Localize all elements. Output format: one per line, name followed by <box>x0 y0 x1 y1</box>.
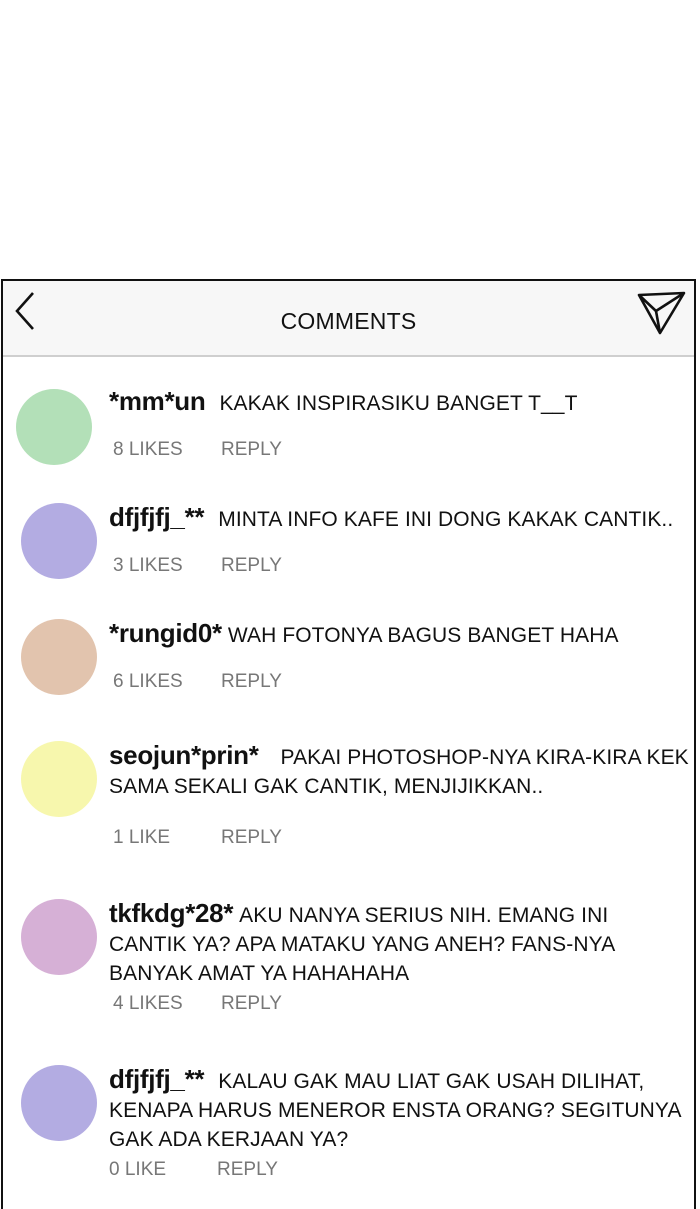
comment-username[interactable]: dfjfjfj_** <box>109 1064 205 1094</box>
likes-count[interactable]: 6 LIKES <box>113 671 221 693</box>
comment-meta: 1 LIKE REPLY <box>113 827 282 849</box>
comment-username[interactable]: dfjfjfj_** <box>109 502 205 532</box>
avatar[interactable] <box>21 503 97 579</box>
likes-count[interactable]: 3 LIKES <box>113 555 221 577</box>
likes-count[interactable]: 1 LIKE <box>113 827 221 849</box>
comment-username[interactable]: *rungid0* <box>109 618 222 648</box>
comment-meta: 3 LIKES REPLY <box>113 555 282 577</box>
avatar[interactable] <box>21 619 97 695</box>
comment-text: MINTA INFO KAFE INI DONG KAKAK CANTIK.. <box>218 508 674 531</box>
reply-button[interactable]: REPLY <box>217 1159 278 1180</box>
comment-meta: 4 LIKES REPLY <box>113 993 282 1015</box>
avatar[interactable] <box>16 389 92 465</box>
comment-text: KAKAK INSPIRASIKU BANGET T__T <box>219 392 578 415</box>
page-title: COMMENTS <box>280 308 417 334</box>
comment-meta: 6 LIKES REPLY <box>113 671 282 693</box>
share-button[interactable] <box>636 289 688 335</box>
paper-plane-icon <box>637 291 686 335</box>
reply-button[interactable]: REPLY <box>221 827 282 848</box>
comment-username[interactable]: seojun*prin* <box>109 740 259 770</box>
avatar[interactable] <box>21 899 97 975</box>
comment-meta: 0 LIKE REPLY <box>109 1159 278 1181</box>
reply-button[interactable]: REPLY <box>221 439 282 460</box>
avatar[interactable] <box>21 1065 97 1141</box>
comments-header: COMMENTS <box>3 281 694 357</box>
likes-count[interactable]: 0 LIKE <box>109 1159 217 1181</box>
comment-text: WAH FOTONYA BAGUS BANGET HAHA <box>227 624 619 647</box>
likes-count[interactable]: 8 LIKES <box>113 439 221 461</box>
comment-username[interactable]: *mm*un <box>109 386 206 416</box>
reply-button[interactable]: REPLY <box>221 555 282 576</box>
likes-count[interactable]: 4 LIKES <box>113 993 221 1015</box>
comment-username[interactable]: tkfkdg*28* <box>109 898 233 928</box>
comments-screen: COMMENTS *mm*un KAKAK INSPIRASIKU BANGET … <box>1 279 696 1209</box>
reply-button[interactable]: REPLY <box>221 993 282 1014</box>
comment-meta: 8 LIKES REPLY <box>113 439 282 461</box>
avatar[interactable] <box>21 741 97 817</box>
reply-button[interactable]: REPLY <box>221 671 282 692</box>
